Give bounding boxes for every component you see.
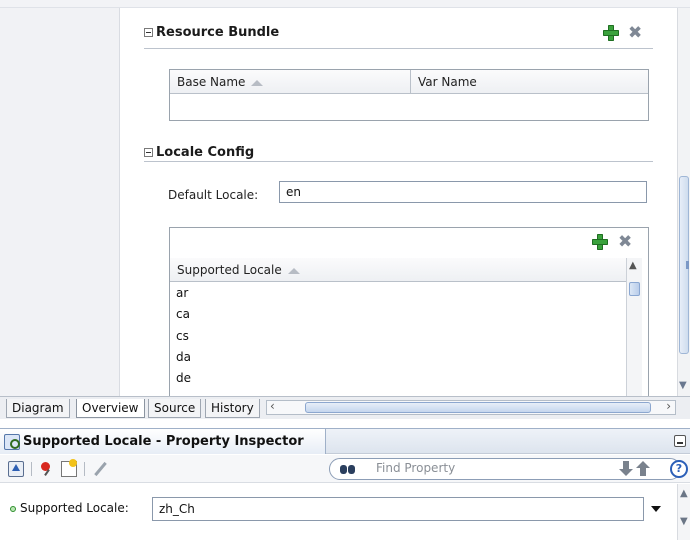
go-to-parent-icon[interactable] — [8, 461, 24, 477]
sort-ascending-icon — [287, 267, 300, 274]
locale-config-title: Locale Config — [156, 145, 255, 160]
delete-supported-locale-icon[interactable]: ✖ — [618, 234, 632, 251]
binoculars-icon[interactable] — [340, 462, 356, 476]
sort-ascending-icon — [251, 79, 264, 86]
resource-bundle-table: Base Name Var Name — [169, 69, 649, 121]
list-item[interactable]: de — [176, 371, 191, 385]
editor-area: Resource Bundle ✖ Base Name Var Name Loc… — [0, 0, 690, 397]
collapse-icon[interactable] — [144, 28, 153, 37]
edit-icon[interactable] — [92, 461, 108, 477]
required-indicator-icon — [10, 506, 16, 512]
table-header: Supported Locale — [170, 258, 626, 282]
editor-tabs: Diagram Overview Source History ‹ › — [0, 396, 690, 419]
column-header-base-name[interactable]: Base Name — [170, 70, 411, 94]
supported-locale-property-label: Supported Locale: — [20, 501, 129, 515]
editor-top-strip — [0, 0, 690, 8]
resource-bundle-title: Resource Bundle — [156, 25, 280, 40]
find-previous-icon[interactable] — [635, 461, 651, 477]
scroll-up-icon[interactable]: ▲ — [680, 488, 688, 499]
tab-overview[interactable]: Overview — [76, 399, 145, 418]
table-header: Base Name Var Name — [170, 70, 648, 94]
section-divider — [144, 161, 653, 162]
supported-locale-table: ✖ Supported Locale ar ca cs da de ▲ — [169, 227, 649, 397]
scroll-right-icon[interactable]: › — [666, 399, 671, 413]
scroll-thumb[interactable] — [629, 282, 640, 296]
new-window-icon[interactable] — [61, 459, 77, 477]
left-gutter — [0, 8, 120, 396]
section-divider — [144, 48, 653, 49]
find-property-box[interactable]: Find Property — [329, 458, 681, 480]
list-item[interactable]: ca — [176, 307, 190, 321]
scroll-down-icon[interactable]: ▼ — [679, 380, 687, 391]
toolbar-separator — [31, 462, 32, 476]
locale-config-section-header[interactable]: Locale Config — [144, 145, 254, 160]
toolbar-separator — [84, 462, 85, 476]
collapse-icon[interactable] — [144, 148, 153, 157]
property-inspector-tab[interactable]: Supported Locale - Property Inspector — [0, 429, 326, 454]
minimize-button[interactable] — [674, 435, 686, 447]
property-inspector-titlebar: Supported Locale - Property Inspector — [0, 428, 690, 454]
find-next-icon[interactable] — [618, 461, 634, 477]
list-item[interactable]: cs — [176, 329, 189, 343]
property-inspector-icon — [4, 433, 20, 450]
supported-locale-scrollbar[interactable]: ▲ — [626, 258, 642, 397]
column-header-supported-locale[interactable]: Supported Locale — [170, 258, 626, 282]
scroll-grip — [686, 261, 689, 269]
add-supported-locale-icon[interactable] — [592, 234, 608, 250]
scroll-thumb[interactable] — [305, 402, 651, 413]
property-inspector-body: Supported Locale: zh_Ch ▲ ▼ — [0, 484, 690, 540]
tab-diagram[interactable]: Diagram — [6, 399, 70, 418]
column-header-var-name[interactable]: Var Name — [411, 70, 648, 94]
pin-icon[interactable] — [39, 461, 55, 477]
horizontal-scrollbar[interactable]: ‹ › — [266, 399, 676, 415]
property-inspector-toolbar: Find Property ? — [0, 455, 690, 483]
scroll-left-icon[interactable]: ‹ — [270, 399, 275, 413]
resource-bundle-section-header[interactable]: Resource Bundle — [144, 25, 279, 40]
default-locale-label: Default Locale: — [168, 188, 259, 202]
editor-vertical-scrollbar[interactable]: ▼ — [677, 8, 690, 396]
find-property-placeholder: Find Property — [376, 461, 456, 475]
scroll-down-icon[interactable]: ▼ — [680, 516, 688, 527]
help-button[interactable]: ? — [670, 460, 688, 478]
property-inspector-title: Supported Locale - Property Inspector — [23, 434, 304, 449]
scroll-up-icon[interactable]: ▲ — [629, 260, 637, 271]
add-resource-bundle-icon[interactable] — [603, 25, 619, 41]
delete-resource-bundle-icon[interactable]: ✖ — [628, 25, 642, 42]
tab-history[interactable]: History — [205, 399, 260, 418]
list-item[interactable]: ar — [176, 286, 188, 300]
list-item[interactable]: da — [176, 350, 191, 364]
overview-content: Resource Bundle ✖ Base Name Var Name Loc… — [121, 8, 677, 397]
default-locale-input[interactable]: en — [279, 181, 647, 203]
chevron-down-icon[interactable] — [651, 506, 661, 512]
supported-locale-property-input[interactable]: zh_Ch — [152, 497, 644, 521]
inspector-scrollbar[interactable]: ▲ ▼ — [677, 484, 690, 540]
tab-source[interactable]: Source — [148, 399, 202, 418]
